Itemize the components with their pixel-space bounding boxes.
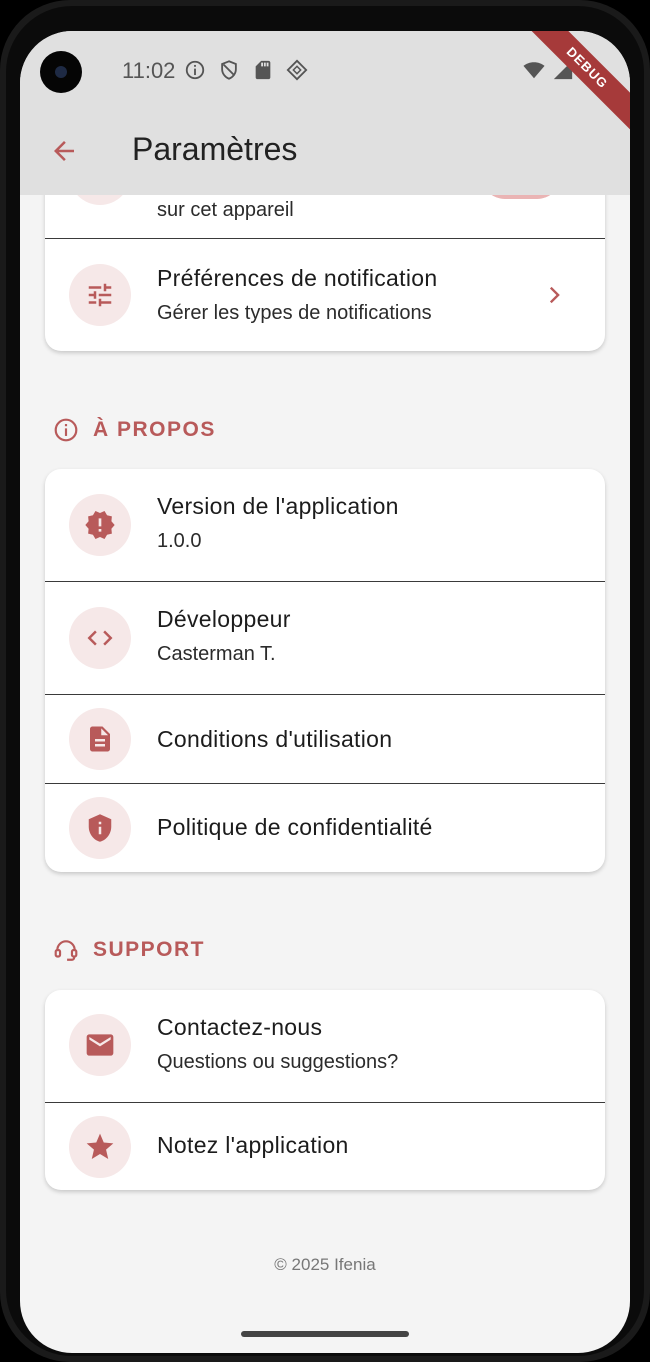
description-icon [90, 726, 110, 752]
chevron-right-icon [549, 286, 560, 304]
copyright-footer: © 2025 Ifenia [274, 1255, 376, 1274]
status-time: 11:02 [122, 58, 176, 83]
page-title: Paramètres [132, 131, 298, 167]
code-icon [87, 630, 113, 646]
privacy-policy-row[interactable]: Politique de confidentialité [45, 783, 605, 872]
notification-preferences-row[interactable]: Préférences de notification Gérer les ty… [45, 238, 605, 351]
about-section-title: À PROPOS [93, 418, 216, 441]
status-icons-left [184, 59, 308, 81]
info-status-icon [185, 60, 205, 80]
phone-frame: sur cet appareil Préférences de notifica… [0, 0, 650, 1362]
new-releases-icon [85, 511, 115, 539]
tune-icon-circle [69, 264, 131, 326]
about-card: Version de l'application 1.0.0 Développe… [45, 469, 605, 872]
privacy-policy-title: Politique de confidentialité [157, 814, 433, 840]
rate-app-row[interactable]: Notez l'application [45, 1102, 605, 1190]
rate-app-title: Notez l'application [157, 1132, 349, 1158]
arrow-back-icon [54, 141, 74, 161]
terms-of-use-title: Conditions d'utilisation [157, 726, 393, 752]
info-outline-icon [54, 418, 78, 442]
about-section-header: À PROPOS [53, 417, 216, 443]
version-icon-circle [69, 494, 131, 556]
tune-icon [88, 283, 112, 307]
developer-row[interactable]: Développeur Casterman T. [45, 581, 605, 694]
notifications-toggle-subtitle: sur cet appareil [157, 199, 294, 221]
screen: sur cet appareil Préférences de notifica… [20, 31, 630, 1353]
settings-content: sur cet appareil Préférences de notifica… [20, 31, 630, 1353]
support-section-title: SUPPORT [93, 938, 206, 961]
app-version-row[interactable]: Version de l'application 1.0.0 [45, 469, 605, 581]
front-camera [40, 51, 82, 93]
terms-of-use-row[interactable]: Conditions d'utilisation [45, 694, 605, 783]
privacy-icon-circle [69, 797, 131, 859]
shield-status-icon [221, 60, 237, 80]
support-card: Contactez-nous Questions ou suggestions?… [45, 990, 605, 1190]
notification-preferences-title: Préférences de notification [157, 265, 438, 291]
rate-icon-circle [69, 1116, 131, 1178]
terms-icon-circle [69, 708, 131, 770]
contact-icon-circle [69, 1014, 131, 1076]
notification-preferences-subtitle: Gérer les types de notifications [157, 302, 432, 324]
developer-name: Casterman T. [157, 643, 276, 665]
contact-us-row[interactable]: Contactez-nous Questions ou suggestions? [45, 990, 605, 1102]
wifi-icon [523, 62, 545, 79]
developer-title: Développeur [157, 606, 291, 632]
support-agent-icon [54, 940, 78, 961]
developer-icon-circle [69, 607, 131, 669]
sd-card-icon [255, 60, 271, 80]
app-version-title: Version de l'application [157, 493, 399, 519]
privacy-shield-icon [88, 814, 112, 842]
home-indicator[interactable] [241, 1331, 409, 1337]
back-button[interactable] [44, 131, 84, 171]
debug-status-icon [286, 59, 308, 81]
support-section-header: SUPPORT [53, 937, 205, 963]
star-icon [86, 1133, 114, 1159]
app-bar: 11:02 DEBUG Paramètres [20, 31, 630, 195]
contact-us-title: Contactez-nous [157, 1014, 323, 1040]
notifications-card: sur cet appareil Préférences de notifica… [45, 171, 605, 351]
debug-banner: DEBUG [510, 31, 630, 145]
app-version-value: 1.0.0 [157, 530, 202, 552]
contact-us-subtitle: Questions ou suggestions? [157, 1051, 399, 1073]
mail-icon [86, 1034, 114, 1056]
